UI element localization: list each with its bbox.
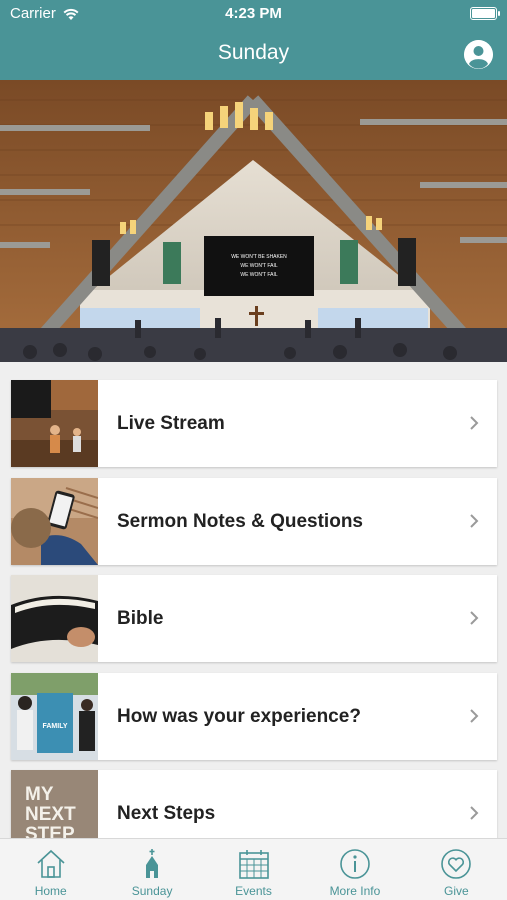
- navigation-bar: Sunday: [0, 28, 507, 80]
- tab-home[interactable]: Home: [0, 839, 101, 900]
- screen-line-1: WE WON'T BE SHAKEN: [231, 254, 287, 260]
- user-circle-icon[interactable]: [464, 40, 493, 69]
- menu-item-label: Sermon Notes & Questions: [117, 511, 363, 532]
- battery-icon: [470, 7, 500, 20]
- tab-bar: Home Sunday Events More Info Give: [0, 838, 507, 900]
- tab-give[interactable]: Give: [406, 839, 507, 900]
- menu-item-bible[interactable]: Bible: [11, 575, 497, 662]
- tab-sunday[interactable]: Sunday: [101, 839, 202, 900]
- menu-item-label: Live Stream: [117, 413, 225, 434]
- status-bar: Carrier 4:23 PM: [0, 0, 507, 28]
- experience-sign-text: FAMILY: [42, 723, 67, 730]
- experience-thumbnail: FAMILY: [11, 673, 98, 760]
- clock: 4:23 PM: [225, 5, 282, 22]
- screen-line-2: WE WON'T FAIL: [240, 263, 277, 269]
- menu-list: Live Stream Sermon Notes & Questions Bib…: [0, 362, 507, 838]
- chevron-right-icon: [470, 709, 479, 723]
- next-steps-sign-line-3: STEP: [25, 824, 75, 838]
- church-icon: [146, 849, 159, 878]
- chevron-right-icon: [470, 611, 479, 625]
- chevron-right-icon: [470, 514, 479, 528]
- menu-item-label: Next Steps: [117, 803, 216, 824]
- page-title: Sunday: [217, 41, 290, 64]
- screen-line-3: WE WON'T FAIL: [240, 272, 277, 278]
- next-steps-sign-line-2: NEXT: [25, 804, 76, 825]
- house-icon: [37, 849, 65, 878]
- tab-events[interactable]: Events: [203, 839, 304, 900]
- info-circle-icon: [340, 849, 370, 879]
- tab-label: Home: [34, 884, 67, 898]
- bible-thumbnail: [11, 575, 98, 662]
- tab-label: Sunday: [131, 884, 173, 898]
- chevron-right-icon: [470, 416, 479, 430]
- menu-item-next-steps[interactable]: MY NEXT STEP Next Steps: [11, 770, 497, 838]
- next-steps-sign-line-1: MY: [25, 784, 54, 805]
- menu-item-label: Bible: [117, 608, 164, 629]
- heart-circle-icon: [441, 849, 472, 879]
- sermon-notes-thumbnail: [11, 478, 98, 565]
- calendar-icon: [238, 850, 269, 879]
- live-stream-thumbnail: [11, 380, 98, 467]
- tab-more-info[interactable]: More Info: [304, 839, 405, 900]
- menu-item-label: How was your experience?: [117, 706, 361, 727]
- menu-item-experience[interactable]: FAMILY How was your experience?: [11, 673, 497, 760]
- tab-label: Events: [235, 884, 272, 898]
- hero-image: WE WON'T BE SHAKEN WE WON'T FAIL WE WON'…: [0, 80, 507, 362]
- tab-label: Give: [443, 884, 469, 898]
- tab-label: More Info: [329, 884, 381, 898]
- menu-item-sermon-notes[interactable]: Sermon Notes & Questions: [11, 478, 497, 565]
- menu-item-live-stream[interactable]: Live Stream: [11, 380, 497, 467]
- next-steps-thumbnail: MY NEXT STEP: [11, 770, 98, 838]
- chevron-right-icon: [470, 806, 479, 820]
